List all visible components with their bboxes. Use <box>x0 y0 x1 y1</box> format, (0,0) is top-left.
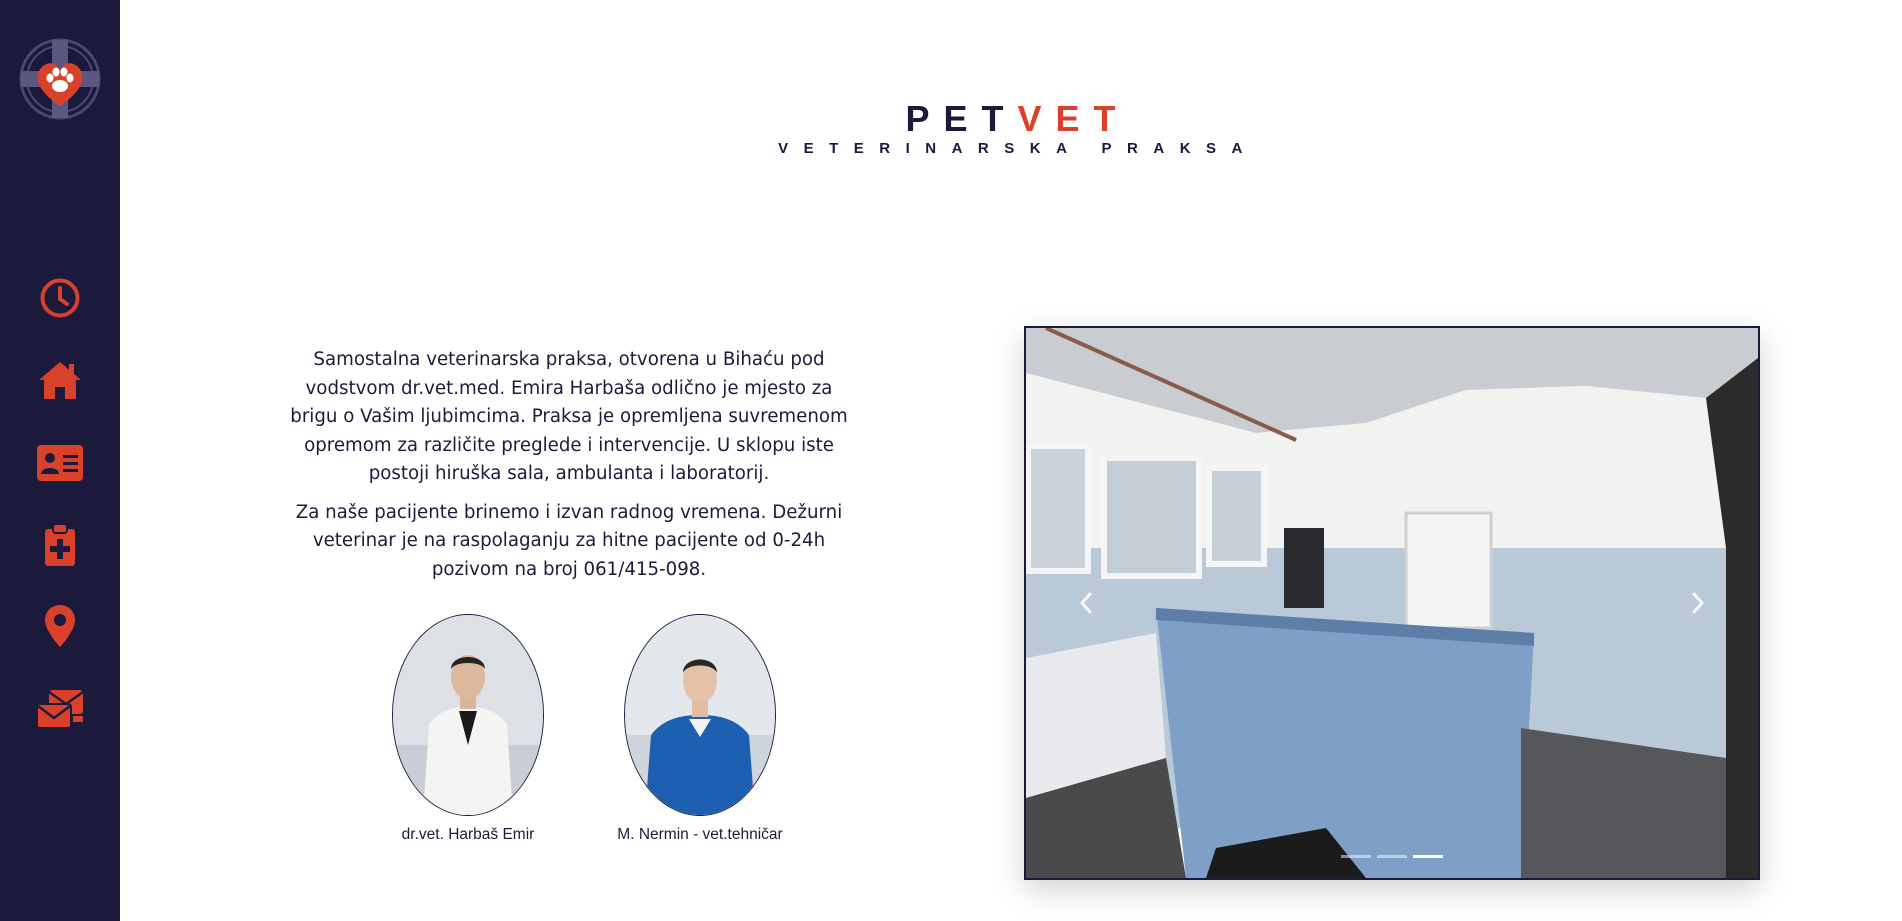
nav-services[interactable] <box>34 519 86 571</box>
carousel-indicator-1[interactable] <box>1341 855 1371 858</box>
sidebar <box>0 0 120 921</box>
nav-home[interactable] <box>34 354 86 406</box>
staff-photo-technician <box>624 614 776 816</box>
carousel-slide-image <box>1026 328 1758 878</box>
image-carousel[interactable] <box>1024 326 1760 880</box>
map-pin-icon <box>45 605 75 647</box>
nav-location[interactable] <box>34 600 86 652</box>
nav-working-hours[interactable] <box>34 272 86 324</box>
staff-caption-technician: M. Nermin - vet.tehničar <box>617 826 783 843</box>
intro-text: Samostalna veterinarska praksa, otvorena… <box>285 346 853 594</box>
clock-icon <box>40 278 80 318</box>
staff-card-technician: M. Nermin - vet.tehničar <box>600 614 800 844</box>
nav-about[interactable] <box>34 437 86 489</box>
staff-caption-vet: dr.vet. Harbaš Emir <box>401 826 535 843</box>
chevron-left-icon <box>1080 592 1092 614</box>
nav-contact[interactable] <box>34 683 86 735</box>
carousel-indicator-3[interactable] <box>1413 855 1443 858</box>
carousel-indicator-2[interactable] <box>1377 855 1407 858</box>
brand-title-pet: PET <box>905 98 1018 139</box>
carousel-next-button[interactable] <box>1683 583 1713 623</box>
carousel-indicators <box>1026 855 1758 858</box>
brand-title: PETVET <box>120 98 1901 140</box>
chevron-right-icon <box>1692 592 1704 614</box>
staff-photo-vet <box>392 614 544 816</box>
carousel-prev-button[interactable] <box>1071 583 1101 623</box>
brand-title-vet: VET <box>1017 98 1130 139</box>
id-card-icon <box>37 445 83 481</box>
clipboard-medical-icon <box>45 523 75 566</box>
mail-icon <box>36 690 84 729</box>
paw-heart-logo-icon[interactable] <box>19 34 101 124</box>
intro-paragraph-1: Samostalna veterinarska praksa, otvorena… <box>290 349 848 484</box>
staff-card-vet: dr.vet. Harbaš Emir <box>368 614 568 844</box>
home-icon <box>39 362 81 399</box>
brand-header: PETVET VETERINARSKA PRAKSA <box>120 98 1901 158</box>
intro-paragraph-2: Za naše pacijente brinemo i izvan radnog… <box>295 501 843 580</box>
brand-subtitle: VETERINARSKA PRAKSA <box>778 140 1258 157</box>
